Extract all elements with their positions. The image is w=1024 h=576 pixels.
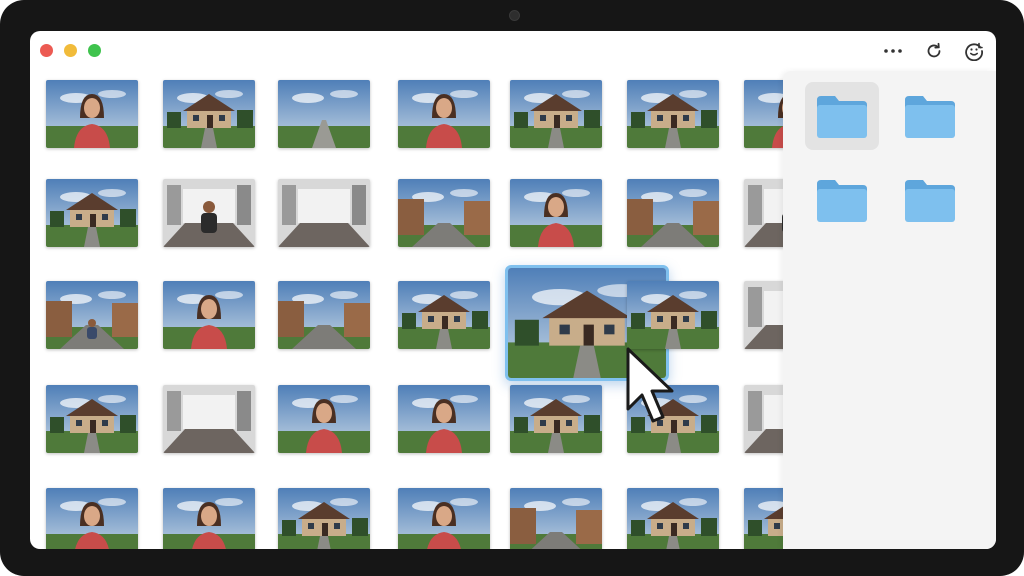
photo-thumbnail[interactable]: [510, 179, 602, 247]
minimize-button[interactable]: [64, 44, 77, 57]
photo-thumbnail[interactable]: [46, 80, 138, 148]
photo-thumbnail[interactable]: [627, 385, 719, 453]
photo-thumbnail[interactable]: [627, 80, 719, 148]
photo-thumbnail[interactable]: [510, 80, 602, 148]
photo-thumbnail[interactable]: [46, 281, 138, 349]
account-icon[interactable]: [962, 39, 986, 63]
photo-thumbnail[interactable]: [163, 385, 255, 453]
photo-thumbnail[interactable]: [163, 281, 255, 349]
maximize-button[interactable]: [88, 44, 101, 57]
photo-thumbnail[interactable]: [398, 179, 490, 247]
photo-thumbnail[interactable]: [46, 488, 138, 549]
photo-thumbnail[interactable]: [46, 385, 138, 453]
folder-2[interactable]: [893, 82, 967, 150]
photo-thumbnail[interactable]: [163, 488, 255, 549]
photo-thumbnail[interactable]: [163, 179, 255, 247]
close-button[interactable]: [40, 44, 53, 57]
photo-thumbnail[interactable]: [627, 179, 719, 247]
photo-thumbnail[interactable]: [398, 385, 490, 453]
folder-4[interactable]: [893, 166, 967, 234]
photo-thumbnail[interactable]: [278, 488, 370, 549]
photo-thumbnail[interactable]: [278, 179, 370, 247]
more-options-icon[interactable]: [881, 39, 905, 63]
sidebar: [783, 71, 996, 549]
photo-thumbnail[interactable]: [278, 80, 370, 148]
photo-thumbnail[interactable]: [627, 488, 719, 549]
refresh-icon[interactable]: [922, 39, 946, 63]
photo-thumbnail[interactable]: [163, 80, 255, 148]
device-bezel: [0, 0, 1024, 576]
photo-thumbnail[interactable]: [398, 80, 490, 148]
photo-thumbnail[interactable]: [46, 179, 138, 247]
photo-thumbnail[interactable]: [398, 488, 490, 549]
photo-thumbnail[interactable]: [278, 385, 370, 453]
folder-3[interactable]: [805, 166, 879, 234]
folder-1[interactable]: [805, 82, 879, 150]
photo-thumbnail[interactable]: [398, 281, 490, 349]
screen: [30, 31, 996, 549]
photo-thumbnail[interactable]: [627, 281, 719, 349]
camera-icon: [509, 10, 520, 21]
photo-thumbnail[interactable]: [510, 488, 602, 549]
photo-thumbnail[interactable]: [278, 281, 370, 349]
photo-thumbnail[interactable]: [510, 385, 602, 453]
